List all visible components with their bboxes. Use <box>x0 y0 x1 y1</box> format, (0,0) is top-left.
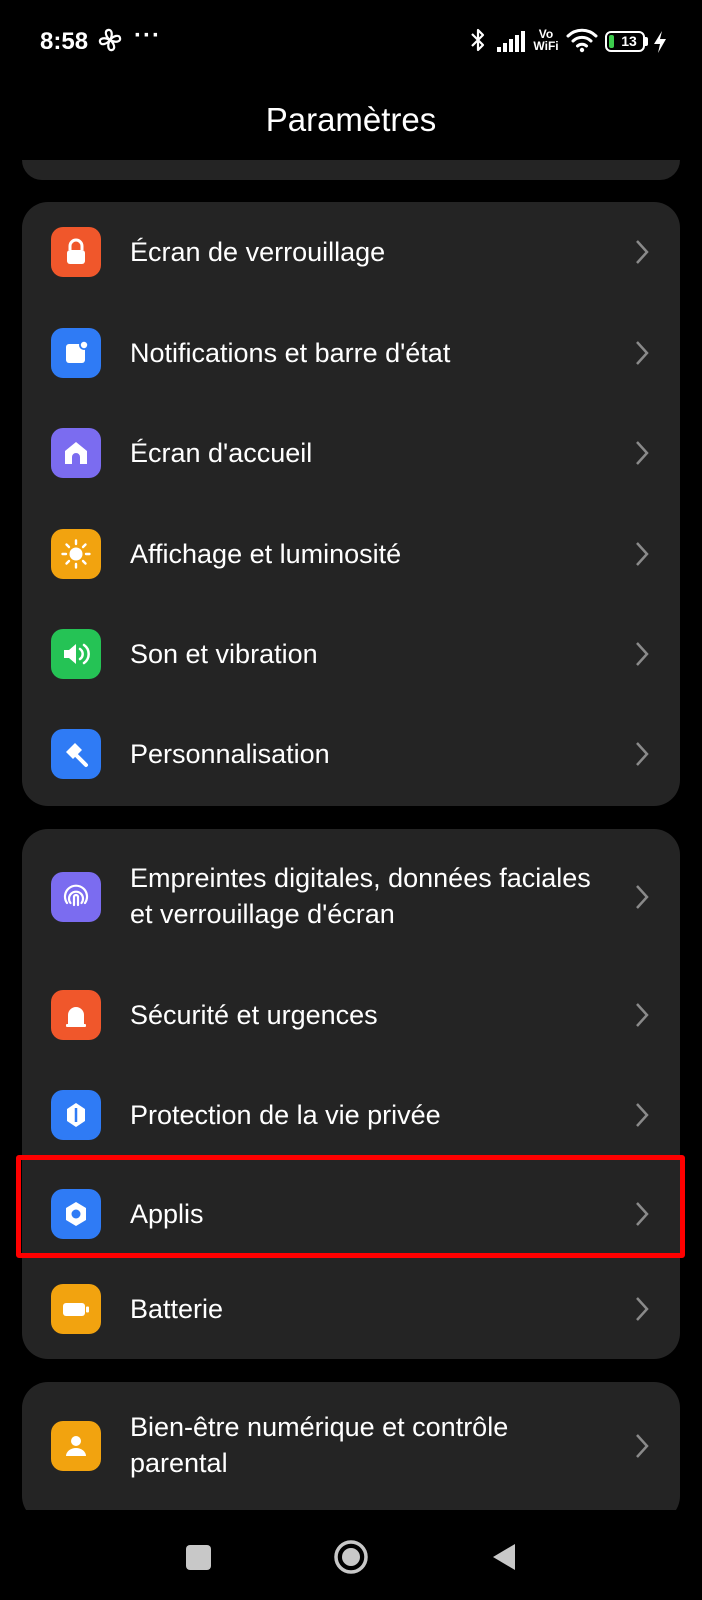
vowifi-icon: Vo WiFi <box>531 28 561 52</box>
chevron-right-icon <box>636 642 649 666</box>
chevron-right-icon <box>636 240 649 264</box>
settings-item-notifications[interactable]: Notifications et barre d'état <box>22 303 680 403</box>
settings-item-label: Notifications et barre d'état <box>130 338 451 368</box>
settings-item-label: Batterie <box>130 1294 224 1324</box>
chevron-right-icon <box>636 1003 649 1027</box>
settings-item-label: Écran d'accueil <box>130 438 313 468</box>
settings-item-label: Personnalisation <box>130 739 330 769</box>
cell-signal-icon <box>497 31 525 52</box>
settings-item-label: Sécurité et urgences <box>130 1000 378 1030</box>
brush-icon <box>51 729 101 779</box>
scrolled-card-edge <box>22 160 680 180</box>
bluetooth-icon <box>471 28 485 52</box>
back-triangle-icon[interactable] <box>491 1542 517 1572</box>
status-time: 8:58 <box>40 28 89 55</box>
chevron-right-icon <box>636 885 649 909</box>
speaker-icon <box>51 629 101 679</box>
settings-group-wellbeing: Bien-être numérique et contrôle parental <box>22 1382 680 1522</box>
settings-item-label: Affichage et luminosité <box>130 539 402 569</box>
settings-item-home-screen[interactable]: Écran d'accueil <box>22 403 680 503</box>
battery-icon: 13 <box>605 31 645 52</box>
chevron-right-icon <box>636 542 649 566</box>
lock-icon <box>51 227 101 277</box>
battery-level: 13 <box>621 33 637 49</box>
chevron-right-icon <box>636 1103 649 1127</box>
wellbeing-icon <box>51 1421 101 1471</box>
recents-square-icon[interactable] <box>186 1545 211 1570</box>
fan-icon <box>98 28 122 52</box>
chevron-right-icon <box>636 441 649 465</box>
battery-fill <box>609 35 614 48</box>
chevron-right-icon <box>636 1297 649 1321</box>
charging-bolt-icon <box>654 31 666 53</box>
chevron-right-icon <box>636 742 649 766</box>
page-title: Paramètres <box>265 101 437 138</box>
settings-group-security: Empreintes digitales, données faciales e… <box>22 829 680 1359</box>
home-circle-icon[interactable] <box>333 1539 369 1575</box>
more-notifications: ··· <box>134 22 161 49</box>
settings-item-battery[interactable]: Batterie <box>22 1259 680 1359</box>
battery-setting-icon <box>51 1284 101 1334</box>
privacy-shield-icon <box>51 1090 101 1140</box>
alarm-icon <box>51 990 101 1040</box>
settings-item-label: Écran de verrouillage <box>130 237 386 267</box>
settings-item-privacy[interactable]: Protection de la vie privée <box>22 1065 680 1165</box>
settings-item-lock-screen[interactable]: Écran de verrouillage <box>22 202 680 302</box>
settings-item-security[interactable]: Sécurité et urgences <box>22 965 680 1065</box>
settings-item-label: Protection de la vie privée <box>130 1100 441 1130</box>
home-icon <box>51 428 101 478</box>
settings-item-sound[interactable]: Son et vibration <box>22 604 680 704</box>
vowifi-bottom-text: WiFi <box>533 39 559 53</box>
settings-item-label: Bien-être numérique et contrôle parental <box>130 1412 509 1478</box>
notification-icon <box>51 328 101 378</box>
settings-item-label: Son et vibration <box>130 639 318 669</box>
settings-item-wellbeing[interactable]: Bien-être numérique et contrôle parental <box>22 1382 680 1518</box>
settings-item-fingerprint[interactable]: Empreintes digitales, données faciales e… <box>22 829 680 965</box>
fingerprint-icon <box>51 872 101 922</box>
battery-tip <box>645 37 648 46</box>
sun-icon <box>51 529 101 579</box>
settings-item-personalization[interactable]: Personnalisation <box>22 704 680 804</box>
settings-group-display: Écran de verrouillage Notifications et b… <box>22 202 680 806</box>
settings-item-label: Empreintes digitales, données faciales e… <box>130 863 591 929</box>
status-bar: 8:58 ··· Vo WiFi 13 <box>0 0 702 84</box>
wifi-icon <box>566 28 598 53</box>
chevron-right-icon <box>636 1434 649 1458</box>
chevron-right-icon <box>636 341 649 365</box>
highlight-box <box>16 1155 685 1258</box>
settings-item-display[interactable]: Affichage et luminosité <box>22 504 680 604</box>
